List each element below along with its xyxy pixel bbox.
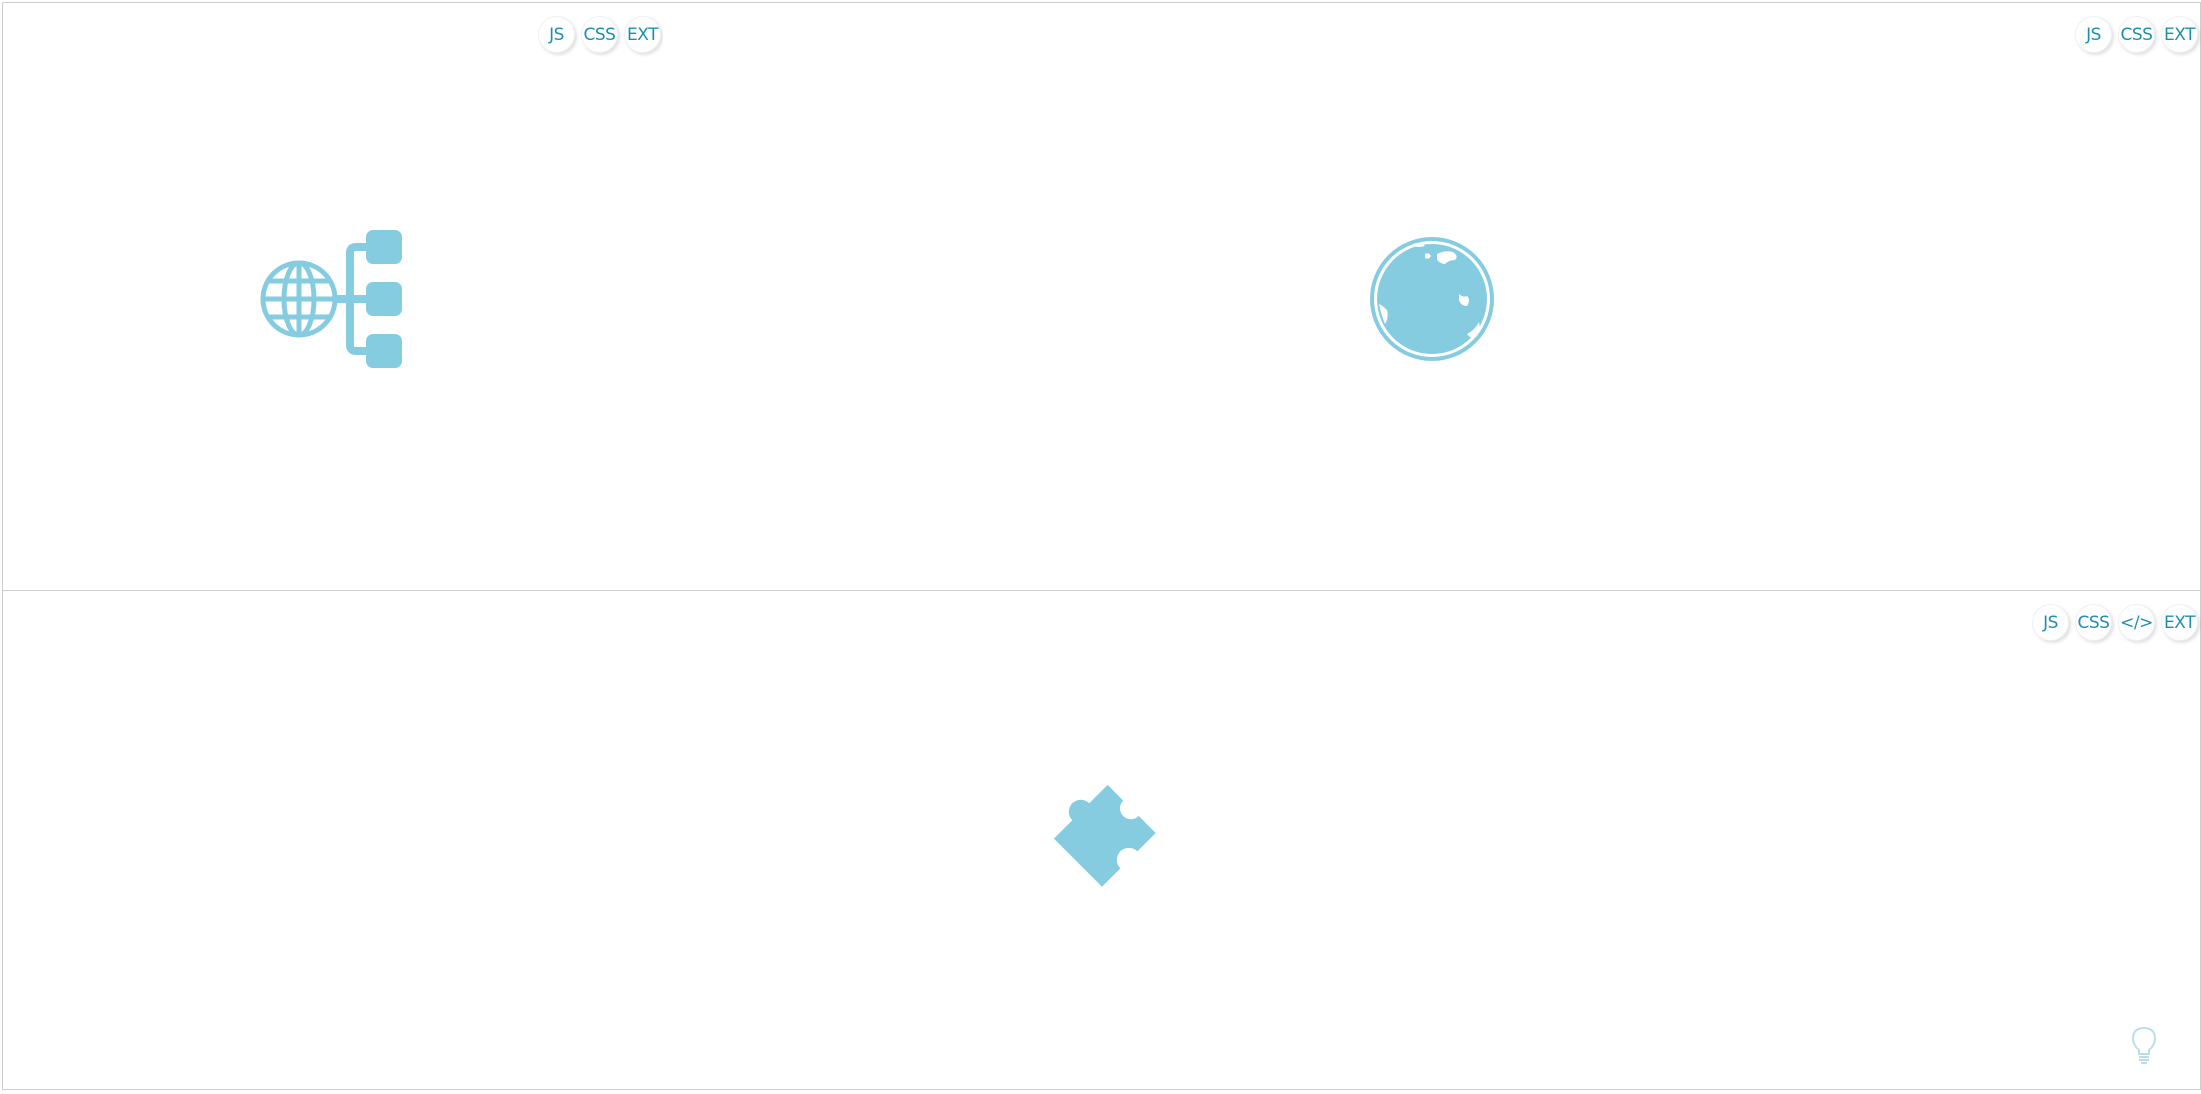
tab-js[interactable]: JS xyxy=(2032,604,2069,641)
globe-icon xyxy=(1370,237,1494,361)
tab-css[interactable]: CSS xyxy=(2075,604,2112,641)
tab-js[interactable]: JS xyxy=(2075,16,2112,53)
tab-css[interactable]: CSS xyxy=(581,16,618,53)
lightbulb-icon[interactable] xyxy=(2130,1026,2158,1066)
tab-html[interactable]: </> xyxy=(2118,604,2155,641)
tab-ext[interactable]: EXT xyxy=(624,16,661,53)
tab-css[interactable]: CSS xyxy=(2118,16,2155,53)
puzzle-piece-icon xyxy=(1053,784,1156,887)
tab-bar: JS CSS </> EXT xyxy=(2032,604,2198,641)
tab-js[interactable]: JS xyxy=(538,16,575,53)
tab-bar: JS CSS EXT xyxy=(538,16,661,53)
tab-ext[interactable]: EXT xyxy=(2161,604,2198,641)
tab-bar: JS CSS EXT xyxy=(2075,16,2198,53)
tab-ext[interactable]: EXT xyxy=(2161,16,2198,53)
sitemap-icon xyxy=(260,230,402,368)
